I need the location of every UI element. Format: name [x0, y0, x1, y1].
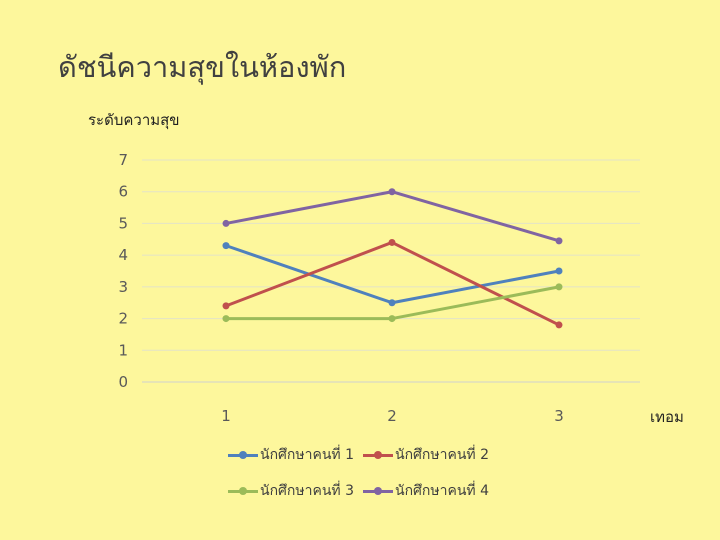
series-2-point: [222, 302, 230, 310]
legend-label-series-1: นักศึกษาคนที่ 1: [260, 447, 355, 463]
legend-swatch-series-1: [228, 448, 258, 462]
series-3-point: [388, 315, 396, 323]
legend-label-series-4: นักศึกษาคนที่ 4: [395, 483, 490, 499]
y-tick-label: 7: [118, 151, 128, 169]
legend-swatch-series-4: [363, 484, 393, 498]
series-3-point: [555, 283, 563, 291]
legend-item-series-2: นักศึกษาคนที่ 2: [363, 444, 489, 466]
series-1-line: [225, 244, 560, 305]
y-tick-label: 6: [118, 183, 128, 201]
x-axis-ticks: 1 2 3: [221, 407, 564, 425]
y-tick-label: 1: [118, 341, 128, 359]
legend-item-series-1: นักศึกษาคนที่ 1: [228, 444, 354, 466]
line-chart: 0 1 2 3 4 5 6 7 1 2 3: [118, 151, 640, 425]
y-axis-ticks: 0 1 2 3 4 5 6 7: [118, 151, 128, 391]
slide-background: ดัชนีความสุขในห้องพัก ระดับความสุข เทอม …: [0, 0, 720, 540]
y-tick-label: 3: [118, 278, 128, 296]
y-tick-label: 2: [118, 310, 128, 328]
series-1-point: [555, 267, 563, 275]
x-tick-label: 2: [387, 407, 397, 425]
series-4-point: [222, 219, 230, 227]
series-4-line: [225, 190, 560, 243]
legend-label-series-2: นักศึกษาคนที่ 2: [395, 447, 490, 463]
legend-swatch-series-3: [228, 484, 258, 498]
series-2-point: [555, 321, 563, 329]
legend-item-series-4: นักศึกษาคนที่ 4: [363, 480, 489, 502]
series-1-point: [222, 242, 230, 250]
series-3-point: [222, 315, 230, 323]
y-tick-label: 5: [118, 214, 128, 232]
legend-item-series-3: นักศึกษาคนที่ 3: [228, 480, 354, 502]
legend-swatch-series-2: [363, 448, 393, 462]
series-4-point: [555, 237, 563, 245]
series-group: [222, 188, 563, 329]
y-tick-label: 0: [118, 373, 128, 391]
y-tick-label: 4: [118, 246, 128, 264]
legend-label-series-3: นักศึกษาคนที่ 3: [260, 483, 355, 499]
x-tick-label: 1: [221, 407, 231, 425]
series-4-point: [388, 188, 396, 196]
series-2-point: [388, 238, 396, 246]
series-1-point: [388, 299, 396, 307]
x-tick-label: 3: [554, 407, 564, 425]
